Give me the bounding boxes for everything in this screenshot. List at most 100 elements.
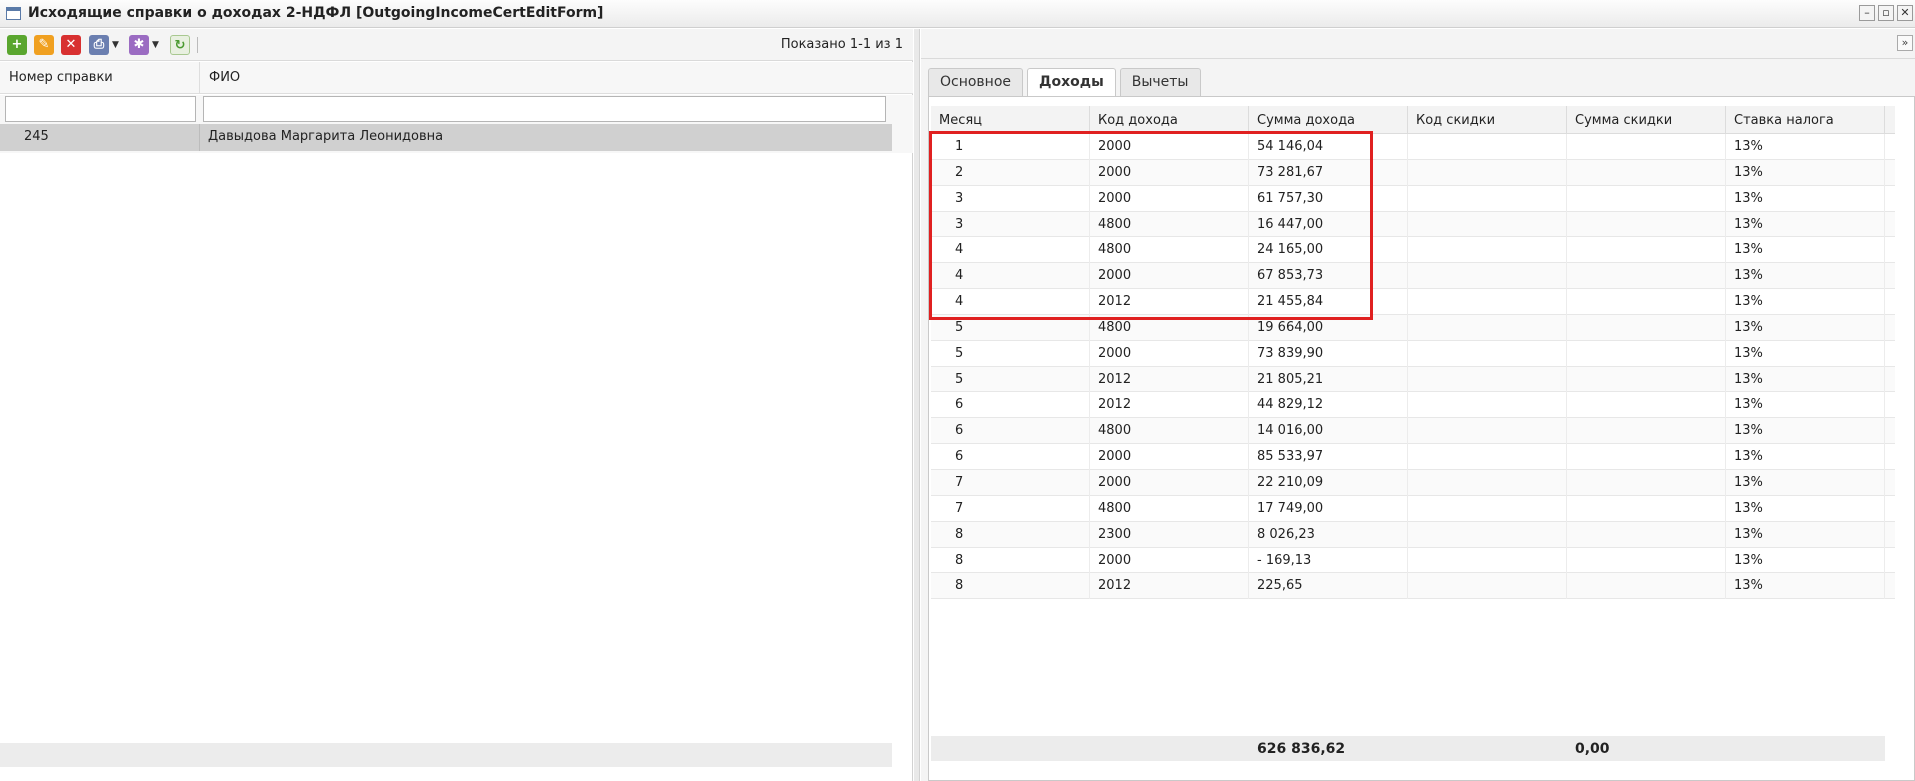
table-row[interactable]: 8 2012 225,65 13% xyxy=(931,573,1895,600)
edit-icon[interactable]: ✎ xyxy=(34,35,54,55)
tab-income[interactable]: Доходы xyxy=(1027,68,1116,98)
month-cell: 1 xyxy=(931,134,1090,160)
expand-panel-icon[interactable]: » xyxy=(1897,35,1913,51)
income-code-cell: 2000 xyxy=(1090,340,1249,367)
filter-fio-input[interactable] xyxy=(203,96,886,122)
discount-code-cell xyxy=(1408,392,1567,419)
column-header-discount-code[interactable]: Код скидки xyxy=(1408,106,1567,134)
discount-code-cell xyxy=(1408,495,1567,522)
discount-sum-cell xyxy=(1567,237,1726,264)
income-sum-cell: 67 853,73 xyxy=(1249,263,1408,290)
discount-sum-cell xyxy=(1567,392,1726,419)
plugin-dropdown-icon[interactable]: ▼ xyxy=(152,40,159,50)
table-row[interactable]: 5 2000 73 839,90 13% xyxy=(931,340,1895,367)
cert-fio-cell: Давыдова Маргарита Леонидовна xyxy=(208,129,444,144)
tab-deductions[interactable]: Вычеты xyxy=(1119,68,1201,96)
tax-rate-cell: 13% xyxy=(1726,134,1885,160)
discount-code-cell xyxy=(1408,314,1567,341)
table-row[interactable]: 2 2000 73 281,67 13% xyxy=(931,159,1895,186)
month-cell: 6 xyxy=(931,444,1090,470)
refresh-icon[interactable]: ↻ xyxy=(170,35,190,55)
list-toolbar: + ✎ ✕ ⎙ ▼ ✱ ▼ ↻ Показано 1-1 из 1 xyxy=(0,29,913,61)
tax-rate-cell: 13% xyxy=(1726,521,1885,548)
tab-main[interactable]: Основное xyxy=(928,68,1024,96)
discount-sum-total: 0,00 xyxy=(1575,741,1610,757)
add-icon[interactable]: + xyxy=(7,35,27,55)
table-row[interactable]: 4 4800 24 165,00 13% xyxy=(931,237,1895,264)
table-row[interactable]: 7 2000 22 210,09 13% xyxy=(931,469,1895,496)
table-row[interactable]: 8 2300 8 026,23 13% xyxy=(931,521,1895,548)
table-row[interactable]: 6 4800 14 016,00 13% xyxy=(931,418,1895,445)
discount-code-cell xyxy=(1408,469,1567,496)
month-cell: 4 xyxy=(931,263,1090,290)
income-sum-cell: 8 026,23 xyxy=(1249,521,1408,548)
tax-rate-cell: 13% xyxy=(1726,185,1885,212)
print-icon[interactable]: ⎙ xyxy=(89,35,109,55)
income-sum-total: 626 836,62 xyxy=(1257,741,1346,757)
table-row[interactable]: 7 4800 17 749,00 13% xyxy=(931,495,1895,522)
panel-splitter[interactable] xyxy=(914,29,920,781)
tax-rate-cell: 13% xyxy=(1726,159,1885,186)
column-header-income-code[interactable]: Код дохода xyxy=(1090,106,1249,134)
detail-tabs: Основное Доходы Вычеты xyxy=(928,68,1201,98)
table-row[interactable]: 1 2000 54 146,04 13% xyxy=(931,134,1895,160)
month-cell: 7 xyxy=(931,495,1090,522)
column-header-income-sum[interactable]: Сумма дохода xyxy=(1249,106,1408,134)
table-row[interactable]: 3 4800 16 447,00 13% xyxy=(931,211,1895,238)
table-row[interactable]: 6 2000 85 533,97 13% xyxy=(931,444,1895,470)
close-button[interactable]: ✕ xyxy=(1897,5,1913,21)
income-code-cell: 2000 xyxy=(1090,469,1249,496)
discount-sum-cell xyxy=(1567,573,1726,600)
income-sum-cell: 19 664,00 xyxy=(1249,314,1408,341)
income-sum-cell: 17 749,00 xyxy=(1249,495,1408,522)
discount-code-cell xyxy=(1408,521,1567,548)
restore-button[interactable]: ▫ xyxy=(1878,5,1894,21)
column-header-fio[interactable]: ФИО xyxy=(200,62,893,94)
discount-code-cell xyxy=(1408,289,1567,315)
column-header-month[interactable]: Месяц xyxy=(931,106,1090,134)
print-dropdown-icon[interactable]: ▼ xyxy=(112,40,119,50)
table-row[interactable]: 5 4800 19 664,00 13% xyxy=(931,314,1895,341)
income-sum-cell: 14 016,00 xyxy=(1249,418,1408,445)
income-sum-cell: 16 447,00 xyxy=(1249,211,1408,238)
income-code-cell: 2000 xyxy=(1090,159,1249,186)
income-sum-cell: 44 829,12 xyxy=(1249,392,1408,419)
column-header-tax-rate[interactable]: Ставка налога xyxy=(1726,106,1885,134)
month-cell: 5 xyxy=(931,314,1090,341)
tax-rate-cell: 13% xyxy=(1726,314,1885,341)
table-row-selected[interactable]: 245 Давыдова Маргарита Леонидовна xyxy=(0,124,892,151)
discount-code-cell xyxy=(1408,444,1567,470)
income-sum-cell: 21 455,84 xyxy=(1249,289,1408,315)
delete-icon[interactable]: ✕ xyxy=(61,35,81,55)
income-sum-cell: - 169,13 xyxy=(1249,547,1408,574)
table-row[interactable]: 8 2000- 169,13 13% xyxy=(931,547,1895,574)
income-sum-cell: 73 839,90 xyxy=(1249,340,1408,367)
list-footer-bar xyxy=(0,743,892,767)
filter-number-input[interactable] xyxy=(5,96,196,122)
income-code-cell: 2012 xyxy=(1090,366,1249,393)
discount-code-cell xyxy=(1408,418,1567,445)
discount-code-cell xyxy=(1408,237,1567,264)
detail-topbar: » xyxy=(921,29,1915,59)
table-row[interactable]: 6 2012 44 829,12 13% xyxy=(931,392,1895,419)
table-row[interactable]: 5 2012 21 805,21 13% xyxy=(931,366,1895,393)
discount-sum-cell xyxy=(1567,521,1726,548)
column-header-number[interactable]: Номер справки xyxy=(0,62,200,94)
discount-code-cell xyxy=(1408,134,1567,160)
table-row[interactable]: 4 2012 21 455,84 13% xyxy=(931,289,1895,315)
discount-code-cell xyxy=(1408,573,1567,600)
table-row[interactable]: 4 2000 67 853,73 13% xyxy=(931,263,1895,290)
tax-rate-cell: 13% xyxy=(1726,573,1885,600)
income-grid-body: 1 2000 54 146,04 13% 2 2000 73 281,67 13% 3 2000 6… xyxy=(931,134,1895,600)
column-header-discount-sum[interactable]: Сумма скидки xyxy=(1567,106,1726,134)
income-sum-cell: 24 165,00 xyxy=(1249,237,1408,264)
month-cell: 8 xyxy=(931,521,1090,548)
table-row[interactable]: 3 2000 61 757,30 13% xyxy=(931,185,1895,212)
month-cell: 5 xyxy=(931,340,1090,367)
tax-rate-cell: 13% xyxy=(1726,469,1885,496)
toolbar-separator xyxy=(197,37,198,53)
discount-code-cell xyxy=(1408,211,1567,238)
discount-sum-cell xyxy=(1567,366,1726,393)
plugin-icon[interactable]: ✱ xyxy=(129,35,149,55)
minimize-button[interactable]: – xyxy=(1859,5,1875,21)
